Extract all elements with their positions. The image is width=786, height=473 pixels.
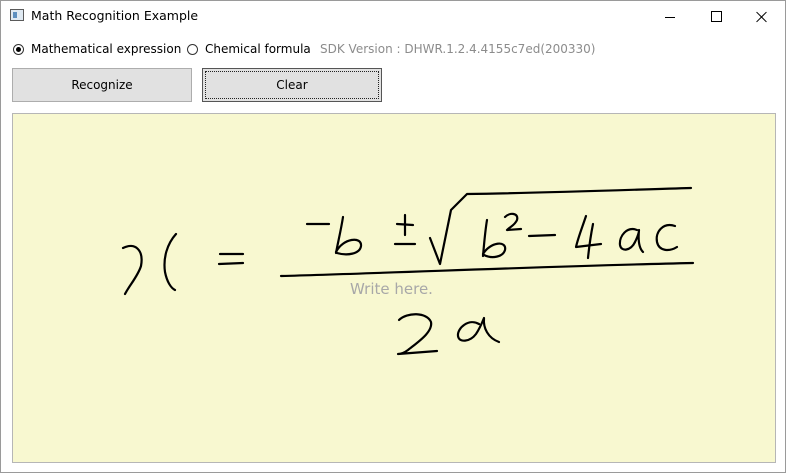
ink-stroke-4 bbox=[586, 222, 595, 260]
ink-stroke-c bbox=[655, 224, 679, 252]
radio-chemical-formula[interactable]: Chemical formula bbox=[187, 40, 311, 58]
ink-stroke-a bbox=[456, 316, 501, 344]
ink-stroke-a bbox=[618, 228, 645, 254]
radio-label-math: Mathematical expression bbox=[31, 42, 182, 56]
ink-stroke-exponent-2 bbox=[503, 212, 523, 232]
handwritten-ink bbox=[121, 186, 695, 356]
clear-button-label: Clear bbox=[276, 78, 308, 92]
title-bar[interactable]: Math Recognition Example bbox=[1, 1, 785, 32]
sdk-version-label: SDK Version : DHWR.1.2.4.4155c7ed(200330… bbox=[320, 42, 596, 56]
ink-stroke-b bbox=[334, 238, 363, 256]
close-icon bbox=[756, 11, 768, 23]
ink-stroke-b bbox=[481, 242, 507, 259]
radio-label-chemical: Chemical formula bbox=[205, 42, 311, 56]
app-icon bbox=[10, 9, 24, 21]
window-title: Math Recognition Example bbox=[31, 8, 199, 23]
recognize-button[interactable]: Recognize bbox=[12, 68, 192, 102]
minimize-icon bbox=[665, 16, 675, 18]
ink-stroke-equals bbox=[217, 261, 245, 266]
ink-stroke-minus bbox=[527, 233, 557, 238]
radio-button-unchecked[interactable] bbox=[187, 43, 198, 55]
recognize-button-label: Recognize bbox=[71, 78, 133, 92]
minimize-button[interactable] bbox=[647, 1, 693, 32]
radio-button-checked[interactable] bbox=[13, 43, 24, 55]
close-button[interactable] bbox=[739, 1, 785, 32]
ink-stroke-fraction-bar bbox=[279, 261, 695, 278]
ink-stroke-x bbox=[121, 244, 143, 296]
clear-button[interactable]: Clear bbox=[202, 68, 382, 102]
ink-stroke-radical bbox=[428, 186, 693, 266]
app-window: Math Recognition Example Mathematical ex… bbox=[0, 0, 786, 473]
radio-mathematical-expression[interactable]: Mathematical expression bbox=[13, 40, 181, 58]
maximize-icon bbox=[710, 11, 722, 22]
ink-stroke-2 bbox=[396, 313, 439, 356]
handwriting-canvas[interactable]: Write here. bbox=[12, 113, 776, 463]
ink-stroke-x bbox=[163, 232, 178, 292]
ink-stroke-4 bbox=[574, 214, 603, 249]
maximize-button[interactable] bbox=[693, 1, 739, 32]
